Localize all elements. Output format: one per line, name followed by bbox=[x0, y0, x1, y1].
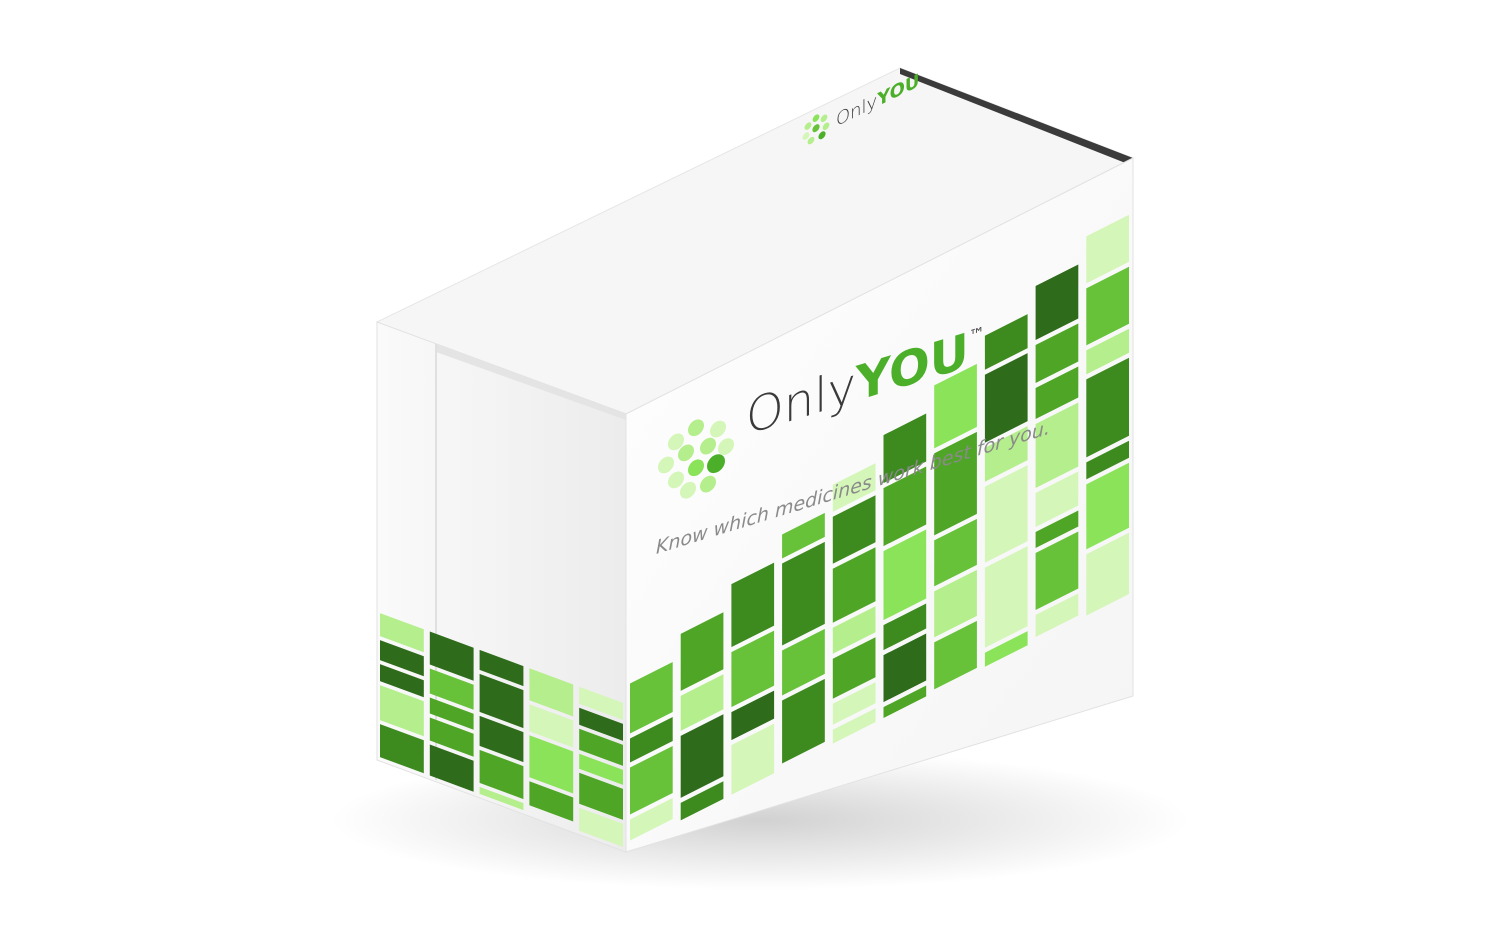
box-scene: OnlyYOU OnlyYOU™ Know which medicines wo… bbox=[330, 67, 1190, 890]
product-photo: OnlyYOU OnlyYOU™ Know which medicines wo… bbox=[0, 0, 1500, 940]
